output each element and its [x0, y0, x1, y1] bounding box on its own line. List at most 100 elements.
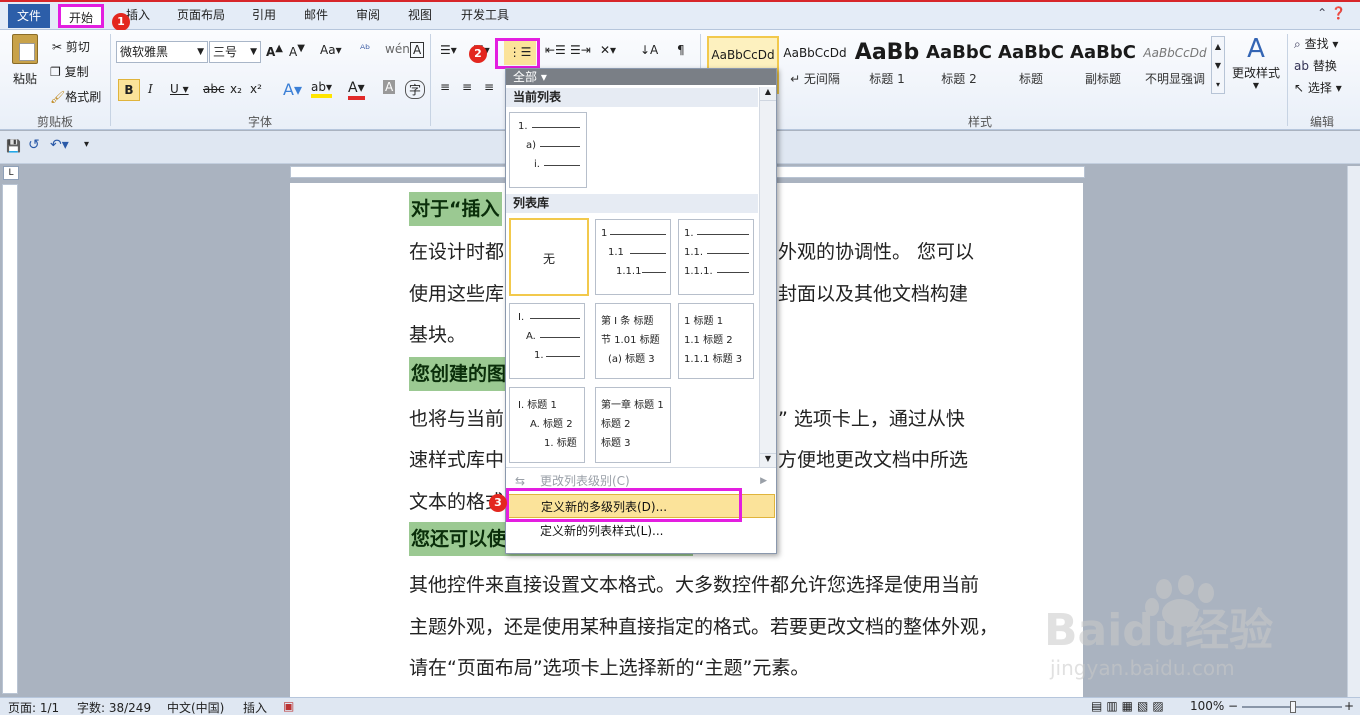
doc-line: 方便地更改文档中所选 — [778, 449, 969, 471]
gallery-scrollbar[interactable]: ▲ ▼ — [759, 87, 776, 467]
char-shading-icon[interactable]: A — [383, 80, 396, 94]
align-left-icon[interactable]: ≡ — [440, 80, 450, 94]
style-subtle-emphasis[interactable]: AaBbCcDd 不明显强调 — [1139, 36, 1211, 94]
zoom-out-icon[interactable]: − — [1228, 699, 1238, 713]
paste-button[interactable]: 粘贴 — [8, 34, 42, 87]
brush-icon: 🖌 — [50, 90, 66, 104]
list-thumb-none[interactable]: 无 — [509, 218, 589, 296]
clear-format-icon[interactable]: ᴬᵇ — [360, 42, 370, 56]
view-buttons[interactable]: ▤▥▦▧▨ — [1091, 699, 1168, 713]
list-thumb-heading-numeric[interactable]: 1 标题 1 1.1 标题 2 1.1.1 标题 3 — [678, 303, 754, 379]
scroll-down-icon[interactable]: ▼ — [760, 453, 776, 467]
select-button[interactable]: ↖ 选择 ▾ — [1294, 79, 1342, 96]
tab-page-layout[interactable]: 页面布局 — [168, 2, 234, 30]
style-heading-1[interactable]: AaBb 标题 1 — [851, 36, 923, 94]
list-level-label: 标题 2 — [601, 419, 631, 430]
scroll-up-icon[interactable]: ▲ — [760, 87, 776, 101]
list-thumb-current[interactable]: 1. a) i. — [509, 112, 587, 188]
subscript-button[interactable]: x₂ — [230, 82, 242, 96]
tab-developer[interactable]: 开发工具 — [452, 2, 518, 30]
font-size-combo[interactable]: 三号 ▼ — [209, 41, 261, 63]
zoom-level[interactable]: 100% — [1190, 699, 1224, 713]
copy-button[interactable]: ❐ 复制 — [50, 63, 89, 80]
vertical-scrollbar[interactable] — [1347, 166, 1360, 697]
save-icon[interactable]: 💾 — [6, 139, 21, 153]
tab-file[interactable]: 文件 — [8, 4, 50, 28]
style-subtitle[interactable]: AaBbC 副标题 — [1067, 36, 1139, 94]
list-thumb-roman[interactable]: I. A. 1. — [509, 303, 585, 379]
sort-icon[interactable]: ↓A — [640, 43, 658, 57]
highlight-icon[interactable]: ab▾ — [311, 80, 332, 98]
grow-font-icon[interactable]: A▲ — [266, 43, 283, 59]
decrease-indent-icon[interactable]: ⇤☰ — [545, 43, 566, 57]
page-count[interactable]: 页面: 1/1 — [8, 699, 59, 715]
styles-scroll[interactable]: ▲ ▼ ▾ — [1211, 36, 1225, 94]
format-painter-label: 格式刷 — [65, 90, 102, 104]
show-marks-icon[interactable]: ¶ — [677, 43, 685, 57]
list-level-label: 第 I 条 标题 — [601, 316, 654, 327]
text-effect-icon[interactable]: A▾ — [283, 80, 302, 99]
style-heading-2[interactable]: AaBbC 标题 2 — [923, 36, 995, 94]
zoom-in-icon[interactable]: + — [1344, 699, 1354, 713]
customize-qat-icon[interactable]: ▾ — [84, 139, 89, 150]
redo-icon[interactable]: ↶▾ — [50, 137, 69, 153]
underline-button[interactable]: U ▾ — [170, 82, 189, 96]
doc-line: 使用这些库 — [409, 283, 505, 305]
tab-selector-icon[interactable]: L — [3, 166, 19, 180]
format-painter-button[interactable]: 🖌格式刷 — [50, 88, 101, 105]
doc-line: 请在“页面布局”选项卡上选择新的“主题”元素。 — [409, 657, 810, 679]
justify-icon[interactable]: ≡ — [484, 80, 494, 94]
list-level-label: i. — [534, 159, 540, 170]
collapse-ribbon-icon[interactable]: ⌃ — [1317, 6, 1327, 20]
zoom-slider[interactable] — [1242, 701, 1342, 713]
italic-button[interactable]: I — [148, 82, 153, 96]
help-icon[interactable]: ❓ — [1331, 6, 1346, 20]
menu-divider — [506, 467, 776, 468]
bullets-icon[interactable]: ☰▾ — [440, 43, 457, 57]
style-title[interactable]: AaBbC 标题 — [995, 36, 1067, 94]
tab-home[interactable]: 开始 — [58, 4, 104, 28]
strikethrough-button[interactable]: abc — [203, 82, 225, 96]
list-thumb-article[interactable]: 第 I 条 标题 节 1.01 标题 (a) 标题 3 — [595, 303, 671, 379]
insert-mode[interactable]: 插入 — [243, 699, 267, 715]
vertical-ruler[interactable] — [2, 184, 18, 694]
style-no-spacing[interactable]: AaBbCcDd ↵ 无间隔 — [779, 36, 851, 94]
find-button[interactable]: ⌕ 查找 ▾ — [1294, 35, 1338, 52]
none-label: 无 — [543, 252, 556, 266]
gallery-filter[interactable]: 全部 ▾ — [506, 69, 776, 85]
cut-button[interactable]: ✂ 剪切 — [52, 38, 90, 55]
tab-review[interactable]: 审阅 — [348, 2, 388, 30]
language-indicator[interactable]: 中文(中国) — [167, 699, 224, 715]
change-styles-button[interactable]: A 更改样式 ▼ — [1230, 34, 1282, 90]
chinese-layout-icon[interactable]: ✕▾ — [600, 43, 616, 57]
help-controls[interactable]: ⌃ ❓ — [1317, 6, 1346, 20]
list-level-label: 1.1 标题 2 — [684, 335, 733, 346]
replace-button[interactable]: ab 替换 — [1294, 57, 1337, 74]
list-thumb-roman-heading[interactable]: I. 标题 1 A. 标题 2 1. 标题 — [509, 387, 585, 463]
macro-record-icon[interactable]: ▣ — [283, 699, 294, 713]
undo-icon[interactable]: ↺ — [28, 137, 40, 153]
tab-mailings[interactable]: 邮件 — [296, 2, 336, 30]
char-border-icon[interactable]: A — [410, 42, 425, 58]
phonetic-guide-icon[interactable]: wén — [385, 42, 410, 56]
tab-view[interactable]: 视图 — [400, 2, 440, 30]
cursor-icon: ↖ — [1294, 81, 1305, 95]
font-color-icon[interactable]: A▾ — [348, 80, 365, 100]
zoom-slider-thumb[interactable] — [1290, 701, 1296, 713]
list-thumb-numeric-dot[interactable]: 1. 1.1. 1.1.1. — [678, 219, 754, 295]
doc-line: 外观的协调性。 您可以 — [778, 241, 975, 263]
list-thumb-numeric[interactable]: 1 1.1 1.1.1 — [595, 219, 671, 295]
font-name-combo[interactable]: 微软雅黑 ▼ — [116, 41, 208, 63]
group-separator — [110, 34, 111, 126]
list-thumb-chapter[interactable]: 第一章 标题 1 标题 2 标题 3 — [595, 387, 671, 463]
superscript-button[interactable]: x² — [250, 82, 262, 96]
bold-button[interactable]: B — [118, 79, 140, 101]
increase-indent-icon[interactable]: ☰⇥ — [570, 43, 591, 57]
shrink-font-icon[interactable]: A▼ — [289, 43, 305, 59]
enclose-char-icon[interactable]: 字 — [405, 80, 426, 99]
tab-references[interactable]: 引用 — [244, 2, 284, 30]
change-case-icon[interactable]: Aa▾ — [320, 43, 342, 57]
word-count[interactable]: 字数: 38/249 — [77, 699, 151, 715]
define-new-list-style-item[interactable]: 定义新的列表样式(L)... — [507, 519, 775, 543]
align-center-icon[interactable]: ≡ — [462, 80, 472, 94]
